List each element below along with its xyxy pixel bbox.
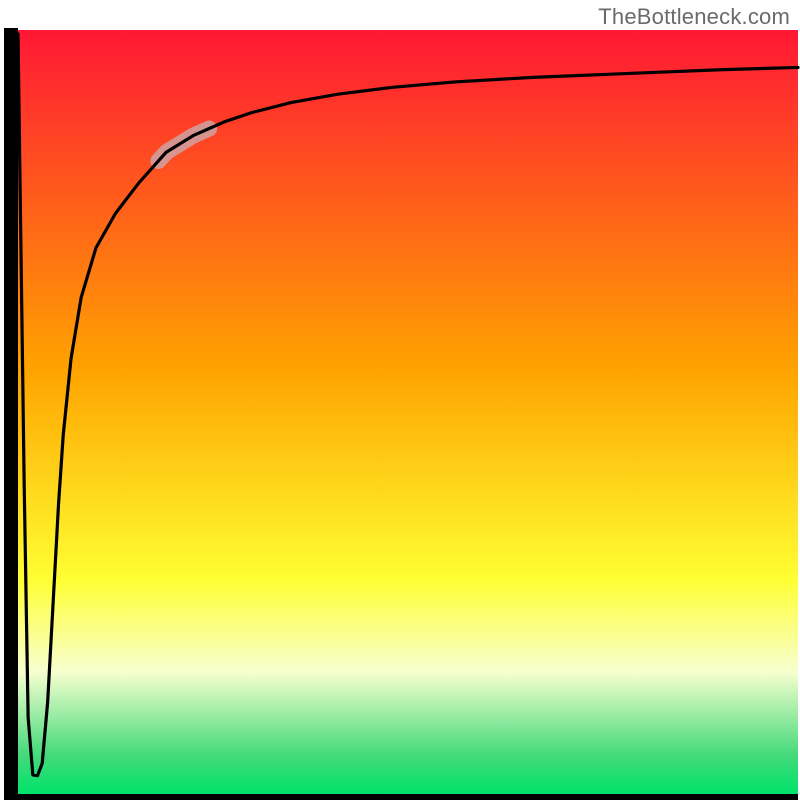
y-axis (4, 28, 18, 800)
chart-container: TheBottleneck.com (0, 0, 800, 800)
x-axis (4, 794, 798, 800)
plot-background (18, 30, 798, 794)
bottleneck-chart (0, 0, 800, 800)
